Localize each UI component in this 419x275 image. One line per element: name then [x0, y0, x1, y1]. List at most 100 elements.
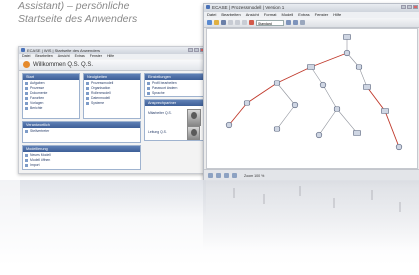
maximize-button[interactable] [194, 48, 199, 52]
contact-name-2: Leitung Q.S. [148, 130, 167, 134]
model-icon [86, 82, 89, 85]
start-page-window: ECASE | WIS | Startseite des Anwenders D… [18, 46, 208, 174]
layout-icon[interactable] [300, 20, 305, 25]
avatar [187, 109, 201, 126]
middle-list-panel: Verantwortlich Stellvertreter [22, 121, 141, 143]
maximize-button[interactable] [407, 5, 412, 9]
title-bar: ECASE | WIS | Startseite des Anwenders [19, 47, 207, 54]
close-button[interactable] [413, 5, 418, 9]
diagram-edge[interactable] [276, 66, 312, 84]
diagram-node-function[interactable] [273, 80, 281, 86]
diagram-node-event[interactable] [225, 121, 233, 129]
new-icon[interactable] [207, 20, 212, 25]
menu-item-window[interactable]: Fenster [315, 12, 329, 18]
diagram-node-event[interactable] [291, 101, 299, 109]
diagram-node-process[interactable] [307, 64, 315, 70]
open-icon[interactable] [214, 20, 219, 25]
diagram-edge[interactable] [366, 86, 386, 112]
menu-item-extras[interactable]: Extras [298, 12, 309, 18]
first-page-icon[interactable] [208, 173, 213, 178]
settings-panel: Einstellungen Profil bearbeiten Passwort… [144, 73, 204, 97]
start-link[interactable]: Berichte [25, 106, 77, 111]
menu-item-extras[interactable]: Extras [75, 54, 85, 59]
welcome-header: Willkommen Q.S. Q.S. [19, 60, 207, 71]
diagram-node-event[interactable] [395, 143, 403, 151]
process-diagram[interactable] [207, 29, 417, 168]
news-panel: Neuigkeiten Prozessmodell Organisation R… [83, 73, 141, 119]
zoom-status: Zoom 100 % [244, 173, 265, 178]
import-icon [25, 164, 28, 167]
diagram-edge[interactable] [246, 82, 278, 104]
diagram-node-process[interactable] [363, 84, 371, 90]
style-select[interactable]: Standard [256, 19, 284, 26]
paste-icon[interactable] [242, 20, 247, 25]
menu-item-file[interactable]: Datei [22, 54, 30, 59]
diagram-node-function[interactable] [333, 106, 341, 112]
modelling-link[interactable]: Import [25, 163, 138, 168]
menu-item-help[interactable]: Hilfe [107, 54, 114, 59]
last-page-icon[interactable] [232, 173, 237, 178]
org-icon [86, 87, 89, 90]
diagram-node-function[interactable] [273, 126, 281, 132]
diagram-node-event[interactable] [319, 81, 327, 89]
delete-icon[interactable] [249, 20, 254, 25]
diagram-edge[interactable] [276, 104, 296, 130]
list-item[interactable]: Stellvertreter [25, 129, 138, 134]
welcome-text: Willkommen Q.S. Q.S. [33, 62, 94, 68]
language-icon [147, 92, 150, 95]
template-icon [25, 102, 28, 105]
caption-line-2: Startseite des Anwenders [18, 13, 138, 25]
avatar [187, 126, 200, 140]
diagram-edge[interactable] [318, 108, 338, 136]
diagram-edge[interactable] [322, 84, 338, 110]
save-icon[interactable] [221, 20, 226, 25]
diagram-node-process[interactable] [381, 108, 389, 114]
new-icon [25, 154, 28, 157]
diagram-edge[interactable] [276, 82, 296, 106]
menu-item-model[interactable]: Modell [282, 12, 294, 18]
minimize-button[interactable] [188, 48, 193, 52]
title-bar: ECASE | Prozessmodell | Version 1 [204, 4, 419, 12]
document-icon [25, 92, 28, 95]
diagram-edge[interactable] [336, 108, 358, 134]
role-icon [86, 92, 89, 95]
zoom-in-icon[interactable] [286, 20, 291, 25]
report-icon [25, 107, 28, 110]
menu-item-help[interactable]: Hilfe [333, 12, 341, 18]
diagram-edge[interactable] [228, 102, 248, 126]
process-icon [25, 87, 28, 90]
diagram-edge[interactable] [310, 52, 348, 68]
cut-icon[interactable] [228, 20, 233, 25]
right-window-reflection [203, 180, 419, 250]
open-icon [25, 159, 28, 162]
menu-item-window[interactable]: Fenster [90, 54, 102, 59]
menu-item-view[interactable]: Ansicht [58, 54, 70, 59]
copy-icon[interactable] [235, 20, 240, 25]
diagram-node-event[interactable] [343, 49, 351, 57]
diagram-edge[interactable] [384, 110, 400, 148]
news-link[interactable]: Systeme [86, 101, 138, 106]
settings-link[interactable]: Sprache [147, 91, 201, 96]
start-panel: Start Aufgaben Prozesse Dokumente Favori… [22, 73, 80, 119]
task-icon [25, 82, 28, 85]
data-icon [86, 97, 89, 100]
diagram-node-process[interactable] [353, 130, 361, 136]
menu-item-view[interactable]: Ansicht [246, 12, 259, 18]
zoom-out-icon[interactable] [293, 20, 298, 25]
menu-item-edit[interactable]: Bearbeiten [221, 12, 240, 18]
minimize-button[interactable] [401, 5, 406, 9]
menu-item-file[interactable]: Datei [207, 12, 216, 18]
menu-item-edit[interactable]: Bearbeiten [35, 54, 52, 59]
menu-item-format[interactable]: Format [264, 12, 277, 18]
diagram-node-event[interactable] [315, 131, 323, 139]
diagram-edge[interactable] [358, 66, 368, 88]
prev-page-icon[interactable] [216, 173, 221, 178]
model-canvas[interactable] [206, 28, 418, 169]
diagram-node-function[interactable] [243, 100, 251, 106]
diagram-node-process[interactable] [343, 34, 351, 40]
diagram-node-function[interactable] [355, 64, 363, 70]
next-page-icon[interactable] [224, 173, 229, 178]
window-title: ECASE | Prozessmodell | Version 1 [212, 5, 285, 10]
contact-panel-header: Ansprechpartner [145, 100, 203, 106]
modelling-panel: Modellierung Neues Modell Modell öffnen … [22, 145, 141, 170]
